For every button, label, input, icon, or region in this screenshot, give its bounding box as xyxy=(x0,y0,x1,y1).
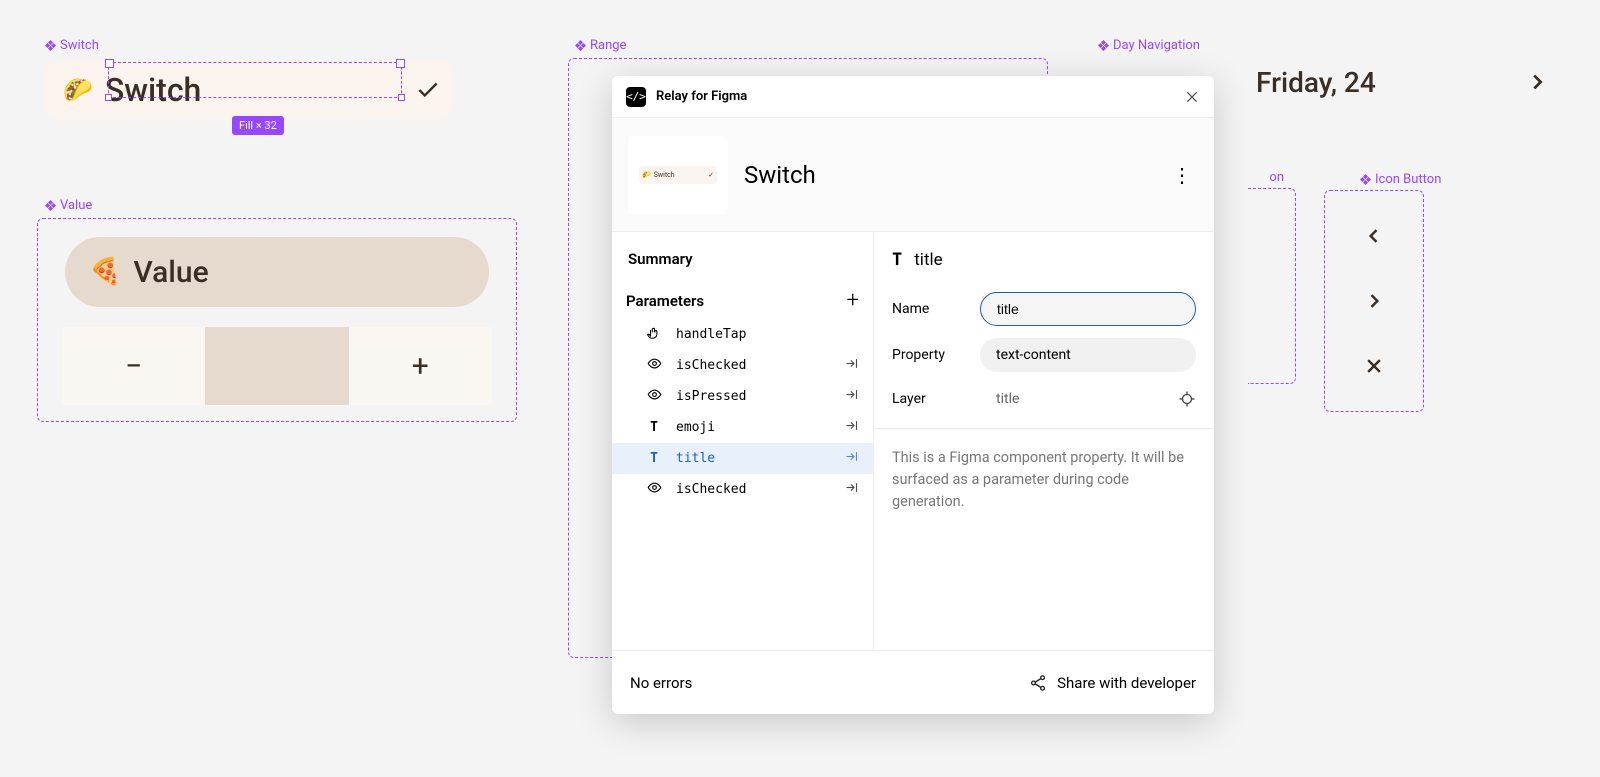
error-status[interactable]: No errors xyxy=(630,674,692,692)
switch-component[interactable]: 🌮 Switch xyxy=(45,60,453,120)
share-label: Share with developer xyxy=(1057,674,1196,692)
component-label-text: Icon Button xyxy=(1375,172,1441,187)
more-menu-icon[interactable]: ⋮ xyxy=(1166,163,1198,187)
popup-titlebar: </> Relay for Figma xyxy=(612,76,1214,118)
share-icon xyxy=(1029,674,1047,692)
param-name: isPressed xyxy=(676,389,830,404)
layer-label: Layer xyxy=(892,391,980,407)
daynav-date: Friday, 24 xyxy=(1256,66,1376,99)
param-arrow-icon xyxy=(844,449,859,468)
relay-popup: </> Relay for Figma 🌮Switch✓ Switch ⋮ Su… xyxy=(612,76,1214,714)
parameter-description: This is a Figma component property. It w… xyxy=(874,428,1214,512)
component-label-iconbtn[interactable]: Icon Button xyxy=(1360,172,1441,187)
close-icon[interactable] xyxy=(1364,356,1384,376)
component-label-text: Range xyxy=(590,38,626,53)
param-type-icon xyxy=(646,480,662,499)
param-type-icon: T xyxy=(646,451,662,466)
stepper-plus[interactable]: + xyxy=(349,327,492,405)
stepper-display xyxy=(205,327,348,405)
component-label-text: Value xyxy=(60,198,92,213)
param-row-isPressed[interactable]: isPressed xyxy=(612,381,873,412)
component-label-daynav[interactable]: Day Navigation xyxy=(1098,38,1200,53)
component-icon xyxy=(45,40,56,51)
component-label-switch[interactable]: Switch xyxy=(45,38,99,53)
text-icon: T xyxy=(892,250,902,270)
name-input[interactable] xyxy=(980,292,1196,326)
param-type-icon xyxy=(646,356,662,375)
summary-heading[interactable]: Summary xyxy=(612,250,873,282)
size-badge: Fill × 32 xyxy=(232,116,284,135)
param-name: emoji xyxy=(676,420,830,435)
check-icon xyxy=(415,77,441,103)
property-select[interactable]: text-content xyxy=(980,338,1196,372)
switch-emoji: 🌮 xyxy=(63,76,93,104)
param-type-icon xyxy=(646,387,662,406)
layer-value: title xyxy=(980,391,1178,407)
param-arrow-icon xyxy=(844,480,859,499)
popup-header: 🌮Switch✓ Switch ⋮ xyxy=(612,118,1214,232)
stepper-minus[interactable]: − xyxy=(62,327,205,405)
iconbtn-component[interactable] xyxy=(1324,190,1424,412)
truncated-component[interactable] xyxy=(1248,188,1296,384)
param-type-icon: T xyxy=(646,420,662,435)
component-icon xyxy=(45,200,56,211)
property-value: text-content xyxy=(996,347,1071,363)
param-row-handleTap[interactable]: handleTap xyxy=(612,319,873,350)
parameter-title-row: T title xyxy=(892,250,1196,270)
component-thumbnail: 🌮Switch✓ xyxy=(628,136,728,214)
value-chip: 🍕 Value xyxy=(65,237,489,307)
target-icon[interactable] xyxy=(1178,390,1196,408)
value-stepper: − + xyxy=(62,327,492,405)
param-name: isChecked xyxy=(676,358,830,373)
popup-title: Relay for Figma xyxy=(656,89,747,104)
component-label-text: on xyxy=(1269,170,1284,185)
component-icon xyxy=(575,40,586,51)
share-button[interactable]: Share with developer xyxy=(1029,674,1196,692)
component-label-value[interactable]: Value xyxy=(45,198,92,213)
popup-left-panel: Summary Parameters + handleTap isChecked i… xyxy=(612,232,874,650)
param-arrow-icon xyxy=(844,387,859,406)
component-label-text: Switch xyxy=(60,38,99,53)
name-label: Name xyxy=(892,301,980,317)
param-name: handleTap xyxy=(676,327,859,342)
switch-title: Switch xyxy=(105,71,201,109)
component-label-truncated[interactable]: on xyxy=(1269,170,1284,185)
param-type-icon xyxy=(646,326,662,344)
param-row-isChecked[interactable]: isChecked xyxy=(612,350,873,381)
value-component[interactable]: 🍕 Value − + xyxy=(37,218,517,422)
popup-right-panel: T title Name Property text-content Layer… xyxy=(874,232,1214,650)
parameters-heading: Parameters + xyxy=(612,282,873,319)
property-label: Property xyxy=(892,347,980,363)
param-arrow-icon xyxy=(844,418,859,437)
parameters-label: Parameters xyxy=(626,292,704,310)
param-name: isChecked xyxy=(676,482,830,497)
chevron-left-icon[interactable] xyxy=(1364,226,1384,246)
param-row-isChecked[interactable]: isChecked xyxy=(612,474,873,505)
param-arrow-icon xyxy=(844,356,859,375)
component-icon xyxy=(1098,40,1109,51)
component-name: Switch xyxy=(744,161,816,189)
param-row-title[interactable]: Ttitle xyxy=(612,443,873,474)
add-parameter-button[interactable]: + xyxy=(847,288,859,313)
param-name: title xyxy=(676,451,830,466)
popup-footer: No errors Share with developer xyxy=(612,650,1214,714)
parameter-heading: title xyxy=(914,250,942,270)
chevron-right-icon[interactable] xyxy=(1364,291,1384,311)
close-icon[interactable] xyxy=(1184,89,1200,105)
component-label-text: Day Navigation xyxy=(1113,38,1200,53)
value-text: Value xyxy=(133,255,208,290)
component-label-range[interactable]: Range xyxy=(575,38,626,53)
component-icon xyxy=(1360,174,1371,185)
param-row-emoji[interactable]: Temoji xyxy=(612,412,873,443)
chevron-right-icon[interactable] xyxy=(1526,71,1548,93)
relay-logo-icon: </> xyxy=(626,87,646,107)
value-emoji: 🍕 xyxy=(89,257,121,287)
